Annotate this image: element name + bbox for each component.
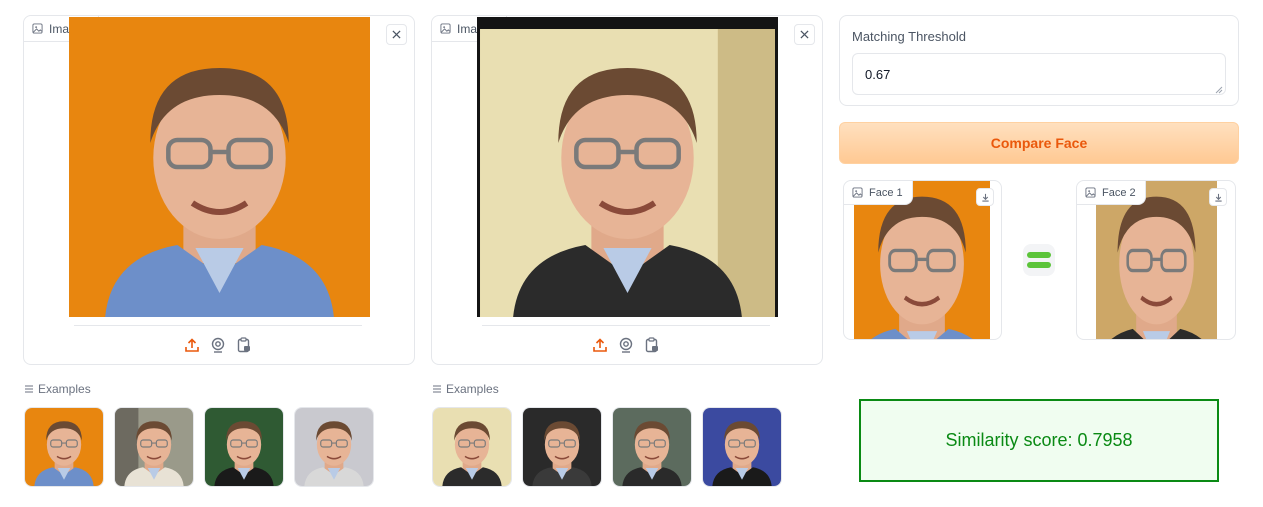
image-icon bbox=[32, 23, 43, 34]
equal-icon bbox=[1023, 244, 1055, 276]
webcam-button[interactable] bbox=[618, 337, 634, 353]
example-left-4[interactable] bbox=[294, 407, 374, 487]
image1-photo[interactable] bbox=[69, 17, 370, 317]
image-icon bbox=[852, 187, 863, 198]
example-right-1[interactable] bbox=[432, 407, 512, 487]
examples-right-label: Examples bbox=[432, 382, 499, 396]
download-icon bbox=[981, 193, 989, 202]
image2-photo[interactable] bbox=[477, 17, 778, 317]
upload-button[interactable] bbox=[592, 337, 608, 353]
upload-icon bbox=[593, 338, 607, 352]
close-icon bbox=[392, 30, 401, 39]
image-icon bbox=[1085, 187, 1096, 198]
examples-left-label: Examples bbox=[24, 382, 91, 396]
download-icon bbox=[1214, 193, 1222, 202]
similarity-score-box: Similarity score: 0.7958 bbox=[859, 399, 1219, 482]
image1-divider bbox=[74, 325, 362, 326]
threshold-panel: Matching Threshold 0.67 bbox=[839, 15, 1239, 106]
example-right-3[interactable] bbox=[612, 407, 692, 487]
image-icon bbox=[440, 23, 451, 34]
face1-label: Face 1 bbox=[869, 186, 903, 199]
example-right-2[interactable] bbox=[522, 407, 602, 487]
image1-source-tools bbox=[184, 337, 252, 353]
examples-left-text: Examples bbox=[38, 382, 91, 396]
face2-card: Face 2 bbox=[1076, 180, 1236, 340]
face2-label: Face 2 bbox=[1102, 186, 1136, 199]
image2-clear-button[interactable] bbox=[794, 24, 815, 45]
webcam-icon bbox=[211, 337, 225, 353]
face2-label-chip: Face 2 bbox=[1077, 181, 1146, 205]
face1-card: Face 1 bbox=[843, 180, 1002, 340]
upload-button[interactable] bbox=[184, 337, 200, 353]
clipboard-icon bbox=[237, 337, 250, 353]
face1-download-button[interactable] bbox=[976, 188, 994, 206]
image2-panel: Image2 bbox=[431, 15, 823, 365]
example-left-1[interactable] bbox=[24, 407, 104, 487]
example-left-2[interactable] bbox=[114, 407, 194, 487]
image2-divider bbox=[482, 325, 770, 326]
image1-clear-button[interactable] bbox=[386, 24, 407, 45]
example-right-4[interactable] bbox=[702, 407, 782, 487]
examples-right-text: Examples bbox=[446, 382, 499, 396]
close-icon bbox=[800, 30, 809, 39]
similarity-score-text: Similarity score: 0.7958 bbox=[945, 430, 1133, 450]
threshold-label: Matching Threshold bbox=[852, 29, 966, 44]
webcam-button[interactable] bbox=[210, 337, 226, 353]
image2-source-tools bbox=[592, 337, 660, 353]
upload-icon bbox=[185, 338, 199, 352]
list-icon bbox=[433, 385, 441, 393]
face2-download-button[interactable] bbox=[1209, 188, 1227, 206]
paste-clipboard-button[interactable] bbox=[644, 337, 660, 353]
example-left-3[interactable] bbox=[204, 407, 284, 487]
resize-grip-icon[interactable] bbox=[1215, 86, 1223, 94]
clipboard-icon bbox=[645, 337, 658, 353]
threshold-input[interactable]: 0.67 bbox=[852, 53, 1226, 95]
webcam-icon bbox=[619, 337, 633, 353]
list-icon bbox=[25, 385, 33, 393]
image1-panel: Image1 bbox=[23, 15, 415, 365]
face1-label-chip: Face 1 bbox=[844, 181, 913, 205]
compare-face-button[interactable]: Compare Face bbox=[839, 122, 1239, 164]
paste-clipboard-button[interactable] bbox=[236, 337, 252, 353]
